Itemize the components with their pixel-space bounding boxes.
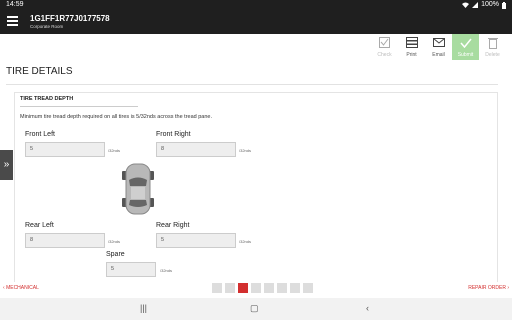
- spare-label: Spare: [106, 251, 125, 258]
- step-dot[interactable]: [277, 283, 287, 293]
- front-left-label: Front Left: [25, 131, 55, 138]
- android-nav-bar: ||| ▢ ‹: [0, 298, 512, 320]
- front-left-input[interactable]: 5: [25, 142, 105, 157]
- front-right-label: Front Right: [156, 131, 191, 138]
- submit-button[interactable]: Submit: [452, 34, 479, 60]
- battery-icon: [502, 1, 506, 9]
- front-right-unit: /32nds: [239, 148, 252, 153]
- front-left-unit: /32nds: [108, 148, 121, 153]
- tread-depth-card: [14, 92, 498, 282]
- delete-button[interactable]: Delete: [479, 34, 506, 60]
- trash-icon: [486, 37, 499, 49]
- step-dot[interactable]: [264, 283, 274, 293]
- rear-left-unit: /32nds: [108, 239, 121, 244]
- rear-right-label: Rear Right: [156, 222, 190, 229]
- back-icon[interactable]: ‹: [366, 303, 369, 313]
- section-title: TIRE TREAD DEPTH: [20, 96, 74, 102]
- prev-section-link[interactable]: ‹ MECHANICAL: [3, 285, 39, 291]
- status-bar: 14:59 100%: [0, 0, 512, 10]
- status-icons: 100%: [462, 0, 506, 10]
- rear-left-input[interactable]: 8: [25, 233, 105, 248]
- spare-input[interactable]: 5: [106, 262, 156, 277]
- section-underline: [20, 106, 138, 107]
- car-topview-icon: [122, 163, 154, 215]
- next-section-link[interactable]: REPAIR ORDER ›: [468, 285, 509, 291]
- step-dot[interactable]: [238, 283, 248, 293]
- print-icon: [405, 37, 418, 49]
- spare-unit: /32nds: [160, 268, 173, 273]
- battery-percent: 100%: [481, 1, 499, 8]
- app-bar: 1G1FF1R77J0177578 Corporate Room: [0, 10, 512, 34]
- menu-icon[interactable]: [7, 16, 18, 26]
- home-icon[interactable]: ▢: [250, 303, 259, 314]
- vehicle-vin: 1G1FF1R77J0177578: [30, 14, 110, 23]
- divider: [6, 84, 498, 85]
- rear-right-unit: /32nds: [239, 239, 252, 244]
- check-button[interactable]: Check: [371, 34, 398, 60]
- step-dot[interactable]: [212, 283, 222, 293]
- front-right-input[interactable]: 8: [156, 142, 236, 157]
- chevron-right-icon: ›: [505, 285, 509, 291]
- footer-nav: ‹ MECHANICAL REPAIR ORDER ›: [0, 280, 512, 296]
- email-button[interactable]: Email: [425, 34, 452, 60]
- step-dot[interactable]: [251, 283, 261, 293]
- rear-right-input[interactable]: 5: [156, 233, 236, 248]
- side-drawer-tab[interactable]: »: [0, 150, 13, 180]
- rear-left-label: Rear Left: [25, 222, 54, 229]
- check-icon: [378, 37, 391, 49]
- print-button[interactable]: Print: [398, 34, 425, 60]
- wifi-icon: [462, 2, 470, 8]
- page-title: TIRE DETAILS: [6, 66, 73, 77]
- recents-icon[interactable]: |||: [140, 303, 147, 313]
- email-icon: [432, 37, 445, 49]
- toolbar: Check Print Email Submit Delete: [371, 34, 506, 60]
- checkmark-icon: [459, 37, 472, 49]
- step-dot[interactable]: [303, 283, 313, 293]
- instruction-text: Minimum tire tread depth required on all…: [20, 114, 212, 120]
- step-indicator: [212, 283, 313, 293]
- vehicle-subtitle: Corporate Room: [30, 24, 64, 29]
- chevron-right-icon: »: [3, 159, 10, 170]
- signal-icon: [472, 2, 479, 8]
- step-dot[interactable]: [290, 283, 300, 293]
- status-time: 14:59: [6, 1, 24, 8]
- step-dot[interactable]: [225, 283, 235, 293]
